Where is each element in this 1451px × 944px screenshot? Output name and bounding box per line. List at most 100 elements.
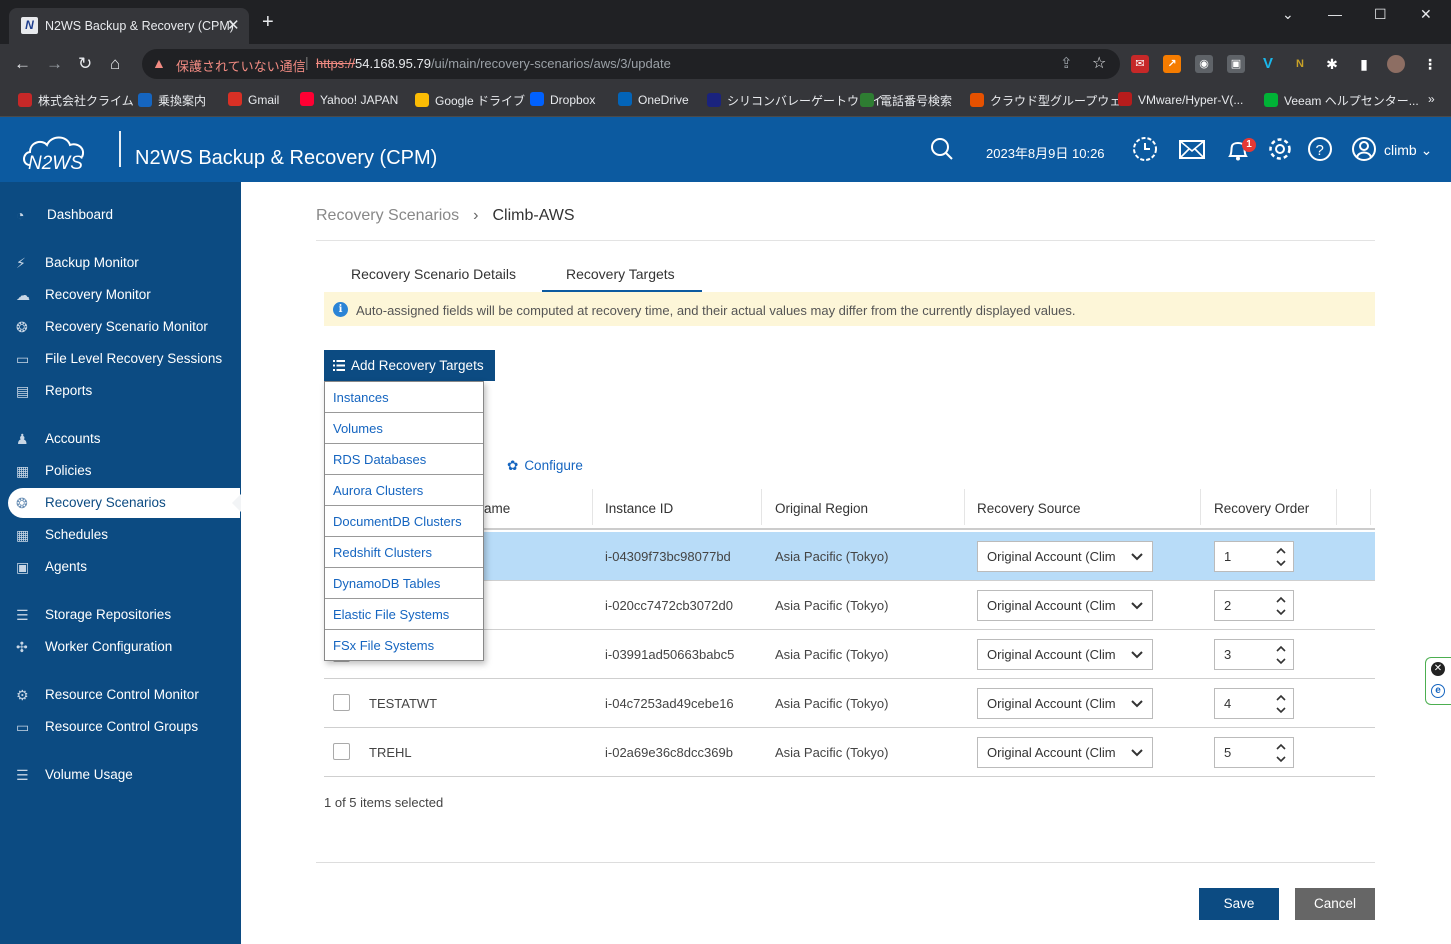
floating-side-widget[interactable]: ✕ e bbox=[1425, 657, 1451, 705]
maximize-icon[interactable]: ☐ bbox=[1374, 6, 1387, 23]
user-avatar-icon[interactable] bbox=[1351, 136, 1377, 162]
sidebar-item-file-level-recovery-sessions[interactable]: ▭ File Level Recovery Sessions bbox=[8, 344, 240, 374]
back-icon[interactable]: ← bbox=[14, 54, 31, 74]
address-bar[interactable]: ▲ 保護されていない通信 | https://54.168.95.79/ui/m… bbox=[142, 49, 1120, 79]
cancel-button[interactable]: Cancel bbox=[1295, 888, 1375, 920]
menu-item-instances[interactable]: Instances bbox=[325, 382, 483, 413]
chart-extension-icon[interactable]: ↗ bbox=[1163, 55, 1181, 73]
spinner-arrows-icon[interactable] bbox=[1275, 643, 1287, 667]
recovery-source-select[interactable]: Original Account (Clim bbox=[977, 639, 1153, 670]
breadcrumb-parent[interactable]: Recovery Scenarios bbox=[316, 207, 459, 224]
row-checkbox[interactable] bbox=[333, 694, 350, 711]
sidebar-item-agents[interactable]: ▣ Agents bbox=[8, 552, 240, 582]
menu-item-documentdb-clusters[interactable]: DocumentDB Clusters bbox=[325, 506, 483, 537]
recovery-source-select[interactable]: Original Account (Clim bbox=[977, 541, 1153, 572]
home-icon[interactable]: ⌂ bbox=[110, 54, 120, 74]
column-recovery-source[interactable]: Recovery Source bbox=[977, 501, 1081, 516]
bookmark-item[interactable]: Dropbox bbox=[530, 92, 595, 107]
search-icon[interactable] bbox=[929, 136, 955, 162]
bookmark-item[interactable]: クラウド型グループウェ... bbox=[970, 92, 1131, 109]
menu-item-elastic-file-systems[interactable]: Elastic File Systems bbox=[325, 599, 483, 630]
window-close-icon[interactable]: ✕ bbox=[1420, 6, 1432, 23]
save-button[interactable]: Save bbox=[1199, 888, 1279, 920]
bookmark-item[interactable]: シリコンバレーゲートウェイ bbox=[707, 92, 883, 109]
sidebar-item-volume-usage[interactable]: ☰ Volume Usage bbox=[8, 760, 240, 790]
column-recovery-order[interactable]: Recovery Order bbox=[1214, 501, 1309, 516]
table-row[interactable]: TESTATWT i-04c7253ad49cebe16 Asia Pacific … bbox=[324, 679, 1375, 728]
bookmark-item[interactable]: 乗換案内 bbox=[138, 92, 206, 109]
vimeo-extension-icon[interactable]: V bbox=[1259, 55, 1277, 73]
column-instance-id[interactable]: Instance ID bbox=[605, 501, 673, 516]
browser-tab[interactable]: N N2WS Backup & Recovery (CPM) ✕ bbox=[9, 8, 249, 44]
recovery-source-select[interactable]: Original Account (Clim bbox=[977, 590, 1153, 621]
forward-icon[interactable]: → bbox=[46, 54, 63, 74]
sidebar-item-accounts[interactable]: ♟ Accounts bbox=[8, 424, 240, 454]
recovery-order-stepper[interactable]: 3 bbox=[1214, 639, 1294, 670]
close-icon[interactable]: ✕ bbox=[1431, 662, 1445, 676]
bookmark-item[interactable]: 株式会社クライム bbox=[18, 92, 134, 109]
warning-icon[interactable]: ▲ bbox=[152, 55, 166, 71]
sidebar-item-policies[interactable]: ▦ Policies bbox=[8, 456, 240, 486]
more-bookmarks-icon[interactable]: » bbox=[1428, 92, 1435, 106]
n2ws-logo[interactable]: N2WS bbox=[20, 129, 104, 171]
share-icon[interactable]: ⇪ bbox=[1060, 54, 1073, 72]
bookmark-item[interactable]: VMware/Hyper-V(... bbox=[1118, 92, 1243, 107]
sidebar-item-dashboard[interactable]: ◔ Dashboard bbox=[8, 200, 240, 230]
table-row[interactable]: TREHL i-02a69e36c8dcc369b Asia Pacific (To… bbox=[324, 728, 1375, 777]
close-tab-icon[interactable]: ✕ bbox=[227, 16, 240, 34]
bookmark-item[interactable]: Veeam ヘルプセンター... bbox=[1264, 92, 1419, 109]
sidebar-item-resource-control-monitor[interactable]: ⚙ Resource Control Monitor bbox=[8, 680, 240, 710]
sidebar-item-recovery-monitor[interactable]: ☁ Recovery Monitor bbox=[8, 280, 240, 310]
column-name[interactable]: ame bbox=[484, 501, 510, 516]
new-tab-icon[interactable]: + bbox=[262, 11, 274, 34]
user-menu[interactable]: climb ⌄ bbox=[1384, 142, 1432, 159]
tab-recovery-scenario-details[interactable]: Recovery Scenario Details bbox=[351, 266, 516, 282]
sidebar-item-storage-repositories[interactable]: ☰ Storage Repositories bbox=[8, 600, 240, 630]
clock-icon[interactable] bbox=[1132, 136, 1158, 162]
menu-item-redshift-clusters[interactable]: Redshift Clusters bbox=[325, 537, 483, 568]
configure-link[interactable]: ✿ Configure bbox=[507, 458, 583, 474]
sidebar-item-recovery-scenario-monitor[interactable]: ❂ Recovery Scenario Monitor bbox=[8, 312, 240, 342]
row-checkbox[interactable] bbox=[333, 743, 350, 760]
recovery-order-stepper[interactable]: 4 bbox=[1214, 688, 1294, 719]
mail-icon[interactable] bbox=[1179, 136, 1205, 162]
sidebar-item-backup-monitor[interactable]: ⚡ Backup Monitor bbox=[8, 248, 240, 278]
recovery-order-stepper[interactable]: 2 bbox=[1214, 590, 1294, 621]
spinner-arrows-icon[interactable] bbox=[1275, 692, 1287, 716]
sidebar-item-worker-configuration[interactable]: ✣ Worker Configuration bbox=[8, 632, 240, 662]
spinner-arrows-icon[interactable] bbox=[1275, 594, 1287, 618]
menu-item-fsx-file-systems[interactable]: FSx File Systems bbox=[325, 630, 483, 661]
add-recovery-targets-button[interactable]: Add Recovery Targets bbox=[324, 350, 495, 381]
minimize-icon[interactable]: — bbox=[1328, 6, 1342, 22]
sidepanel-icon[interactable]: ▮ bbox=[1355, 55, 1373, 73]
spinner-arrows-icon[interactable] bbox=[1275, 545, 1287, 569]
camera-extension-icon[interactable]: ◉ bbox=[1195, 55, 1213, 73]
bookmark-item[interactable]: Gmail bbox=[228, 92, 279, 107]
menu-item-volumes[interactable]: Volumes bbox=[325, 413, 483, 444]
sidebar-item-schedules[interactable]: ▦ Schedules bbox=[8, 520, 240, 550]
column-original-region[interactable]: Original Region bbox=[775, 501, 868, 516]
menu-item-dynamodb-tables[interactable]: DynamoDB Tables bbox=[325, 568, 483, 599]
menu-icon[interactable]: ⋮ bbox=[1421, 55, 1439, 73]
tab-search-icon[interactable]: ⌄ bbox=[1282, 6, 1294, 23]
tab-recovery-targets[interactable]: Recovery Targets bbox=[566, 266, 675, 282]
puzzle-extensions-icon[interactable]: ✱ bbox=[1323, 55, 1341, 73]
spinner-arrows-icon[interactable] bbox=[1275, 741, 1287, 765]
reload-icon[interactable]: ↻ bbox=[78, 54, 92, 74]
recovery-order-stepper[interactable]: 1 bbox=[1214, 541, 1294, 572]
menu-item-rds-databases[interactable]: RDS Databases bbox=[325, 444, 483, 475]
help-icon[interactable]: ? bbox=[1307, 136, 1333, 162]
sidebar-item-reports[interactable]: ▤ Reports bbox=[8, 376, 240, 406]
bookmark-star-icon[interactable]: ☆ bbox=[1092, 53, 1106, 73]
recovery-source-select[interactable]: Original Account (Clim bbox=[977, 688, 1153, 719]
extension-icon[interactable]: ✉ bbox=[1131, 55, 1149, 73]
recovery-source-select[interactable]: Original Account (Clim bbox=[977, 737, 1153, 768]
insecure-label[interactable]: 保護されていない通信 bbox=[176, 56, 306, 75]
sidebar-item-recovery-scenarios[interactable]: ❂ Recovery Scenarios bbox=[8, 488, 241, 518]
menu-item-aurora-clusters[interactable]: Aurora Clusters bbox=[325, 475, 483, 506]
bookmark-item[interactable]: Yahoo! JAPAN bbox=[300, 92, 398, 107]
screenshot-extension-icon[interactable]: ▣ bbox=[1227, 55, 1245, 73]
recovery-order-stepper[interactable]: 5 bbox=[1214, 737, 1294, 768]
gear-icon[interactable] bbox=[1267, 136, 1293, 162]
bookmark-item[interactable]: 電話番号検索 bbox=[860, 92, 952, 109]
